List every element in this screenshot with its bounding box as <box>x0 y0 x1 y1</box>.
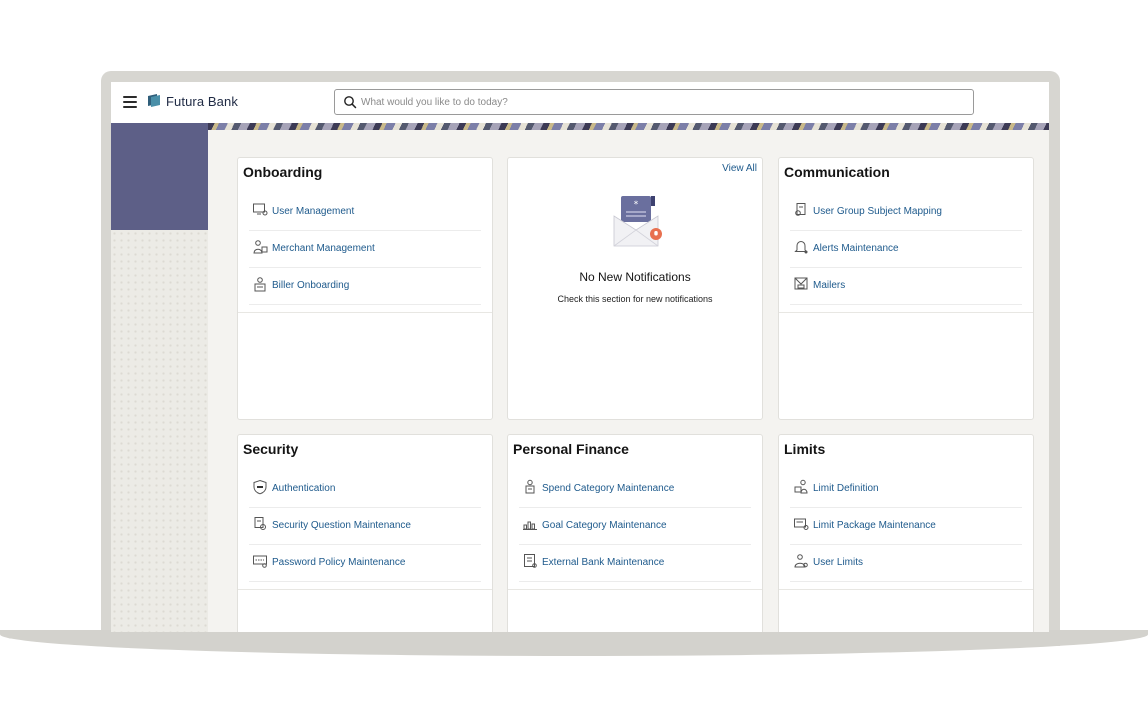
subject-mapping-icon <box>795 203 806 216</box>
side-pattern <box>111 230 208 632</box>
card-title: Communication <box>784 164 890 180</box>
top-header: Futura Bank <box>111 82 1049 123</box>
laptop-base <box>0 630 1148 656</box>
item-label: Mailers <box>813 280 846 291</box>
search-input[interactable] <box>361 93 961 111</box>
card-title: Limits <box>784 441 826 457</box>
item-label: Goal Category Maintenance <box>542 520 667 531</box>
card-list: User Management Merchant Management Bill… <box>249 194 481 305</box>
brand-name[interactable]: Futura Bank <box>166 94 238 109</box>
item-label: Authentication <box>272 483 336 494</box>
card-list: User Group Subject Mapping Alerts Mainte… <box>790 194 1022 305</box>
search-icon <box>344 96 357 109</box>
shield-icon <box>253 479 267 495</box>
list-item-authentication[interactable]: Authentication <box>249 471 481 508</box>
password-policy-icon <box>253 555 267 568</box>
bell-icon <box>794 240 808 254</box>
list-item-user-group-subject-mapping[interactable]: User Group Subject Mapping <box>790 194 1022 231</box>
notifications-card: View All * No New Notifications Check th… <box>507 157 763 420</box>
item-label: User Management <box>272 206 355 217</box>
item-label: Password Policy Maintenance <box>272 557 406 568</box>
mailer-icon <box>794 277 808 290</box>
card-divider <box>779 589 1033 590</box>
list-item-user-management[interactable]: User Management <box>249 194 481 231</box>
limits-card: Limits Limit Definition Limit Package Ma… <box>778 434 1034 632</box>
item-label: Security Question Maintenance <box>272 520 411 531</box>
decorative-banner <box>208 123 1049 130</box>
list-item-user-limits[interactable]: User Limits <box>790 545 1022 582</box>
list-item-security-question-maintenance[interactable]: Security Question Maintenance <box>249 508 481 545</box>
card-list: Spend Category Maintenance Goal Category… <box>519 471 751 582</box>
item-label: Merchant Management <box>272 243 375 254</box>
item-label: User Group Subject Mapping <box>813 206 942 217</box>
card-title: Personal Finance <box>513 441 629 457</box>
list-item-spend-category-maintenance[interactable]: Spend Category Maintenance <box>519 471 751 508</box>
limit-package-icon <box>794 518 809 530</box>
notifications-title: No New Notifications <box>579 270 691 284</box>
envelope-notification-icon: * <box>613 196 662 247</box>
item-label: Biller Onboarding <box>272 280 350 291</box>
communication-card: Communication User Group Subject Mapping… <box>778 157 1034 420</box>
list-item-mailers[interactable]: Mailers <box>790 268 1022 305</box>
list-item-password-policy-maintenance[interactable]: Password Policy Maintenance <box>249 545 481 582</box>
svg-text:*: * <box>634 200 639 210</box>
card-title: Security <box>243 441 299 457</box>
merchant-icon <box>253 240 268 254</box>
card-list: Limit Definition Limit Package Maintenan… <box>790 471 1022 582</box>
list-item-limit-definition[interactable]: Limit Definition <box>790 471 1022 508</box>
item-label: Spend Category Maintenance <box>542 483 675 494</box>
list-item-alerts-maintenance[interactable]: Alerts Maintenance <box>790 231 1022 268</box>
onboarding-card: Onboarding User Management Merchant Mana… <box>237 157 493 420</box>
menu-icon[interactable] <box>123 96 137 108</box>
security-question-icon <box>254 517 266 530</box>
item-label: Limit Definition <box>813 483 879 494</box>
card-title: Onboarding <box>243 164 323 180</box>
personal-finance-card: Personal Finance Spend Category Maintena… <box>507 434 763 632</box>
notifications-subtitle: Check this section for new notifications <box>557 294 713 304</box>
card-list: Authentication Security Question Mainten… <box>249 471 481 582</box>
list-item-limit-package-maintenance[interactable]: Limit Package Maintenance <box>790 508 1022 545</box>
limit-definition-icon <box>794 479 808 494</box>
list-item-goal-category-maintenance[interactable]: Goal Category Maintenance <box>519 508 751 545</box>
card-divider <box>238 312 492 313</box>
app-screen: Futura Bank Onboarding User Management <box>111 82 1049 632</box>
card-divider <box>238 589 492 590</box>
user-limits-icon <box>794 554 808 568</box>
card-divider <box>508 589 762 590</box>
item-label: User Limits <box>813 557 864 568</box>
item-label: External Bank Maintenance <box>542 557 665 568</box>
item-label: Alerts Maintenance <box>813 243 899 254</box>
biller-icon <box>254 277 266 292</box>
view-all-link[interactable]: View All <box>722 163 757 174</box>
goal-category-icon <box>523 521 537 530</box>
search-bar[interactable] <box>334 89 974 115</box>
user-management-icon <box>253 203 268 216</box>
security-card: Security Authentication Security Questio… <box>237 434 493 632</box>
item-label: Limit Package Maintenance <box>813 520 936 531</box>
external-bank-icon <box>524 554 537 568</box>
list-item-merchant-management[interactable]: Merchant Management <box>249 231 481 268</box>
list-item-biller-onboarding[interactable]: Biller Onboarding <box>249 268 481 305</box>
card-divider <box>779 312 1033 313</box>
side-panel <box>111 123 208 230</box>
list-item-external-bank-maintenance[interactable]: External Bank Maintenance <box>519 545 751 582</box>
futura-bank-logo-icon <box>148 94 160 107</box>
spend-category-icon <box>525 479 535 494</box>
